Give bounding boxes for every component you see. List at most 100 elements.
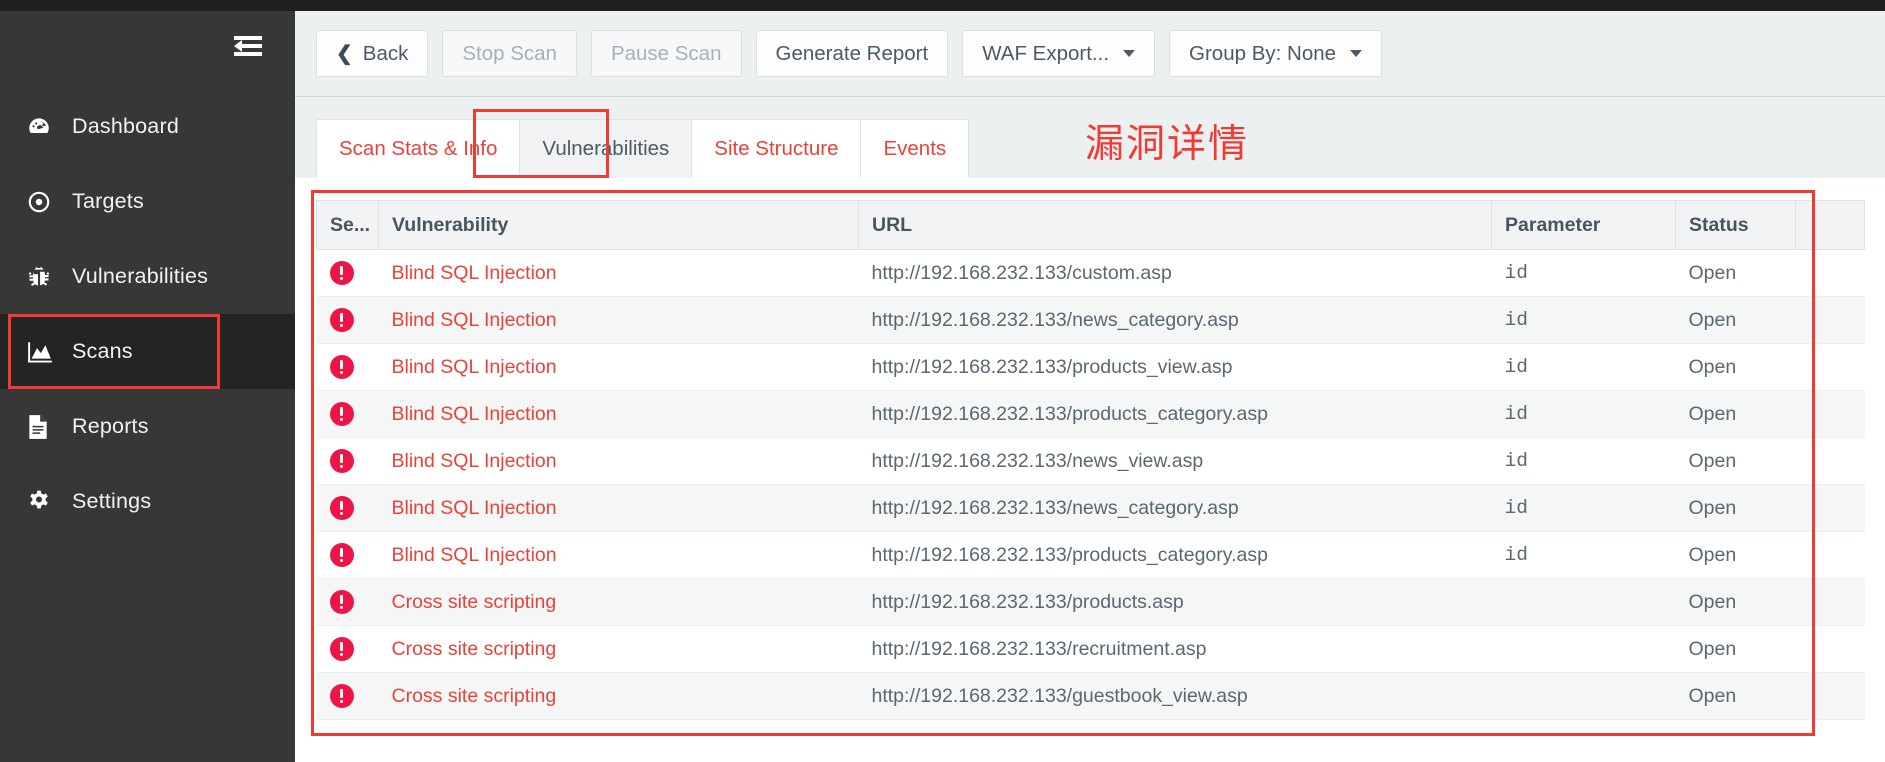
severity-cell [316, 531, 379, 579]
column-header-status[interactable]: Status [1675, 200, 1796, 250]
parameter-cell: id [1491, 531, 1676, 579]
window-top-strip [0, 0, 1885, 11]
sidebar-item-label: Reports [72, 414, 149, 438]
chevron-down-icon [1123, 50, 1136, 57]
pause-scan-button[interactable]: Pause Scan [590, 30, 742, 77]
high-severity-icon [329, 496, 354, 520]
vulnerability-link[interactable]: Blind SQL Injection [392, 309, 557, 331]
tab-label: Vulnerabilities [542, 137, 670, 160]
high-severity-icon [329, 590, 354, 614]
pause-scan-label: Pause Scan [610, 41, 722, 65]
vulnerability-link[interactable]: Blind SQL Injection [392, 497, 557, 519]
extra-cell [1795, 249, 1865, 297]
table-body: Blind SQL Injection http://192.168.232.13… [316, 249, 1865, 720]
table-row[interactable]: Blind SQL Injection http://192.168.232.13… [316, 437, 1865, 485]
table-row[interactable]: Cross site scripting http://192.168.232.1… [316, 578, 1865, 626]
vulnerability-link[interactable]: Blind SQL Injection [392, 262, 557, 284]
parameter-cell: id [1491, 343, 1676, 391]
table-row[interactable]: Blind SQL Injection http://192.168.232.13… [316, 249, 1865, 297]
vulnerability-link[interactable]: Blind SQL Injection [392, 450, 557, 472]
parameter-cell: id [1491, 249, 1676, 297]
column-header-url[interactable]: URL [858, 200, 1492, 250]
status-cell: Open [1675, 437, 1796, 485]
vulnerability-link[interactable]: Cross site scripting [392, 685, 557, 707]
generate-report-label: Generate Report [775, 41, 929, 65]
bug-icon [26, 264, 72, 290]
sidebar-item-label: Scans [72, 339, 133, 363]
url-cell: http://192.168.232.133/news_category.asp [858, 296, 1492, 344]
high-severity-icon [329, 543, 354, 567]
extra-cell [1795, 531, 1865, 579]
table-row[interactable]: Blind SQL Injection http://192.168.232.13… [316, 531, 1865, 579]
sidebar-header [0, 11, 295, 77]
table-row[interactable]: Blind SQL Injection http://192.168.232.13… [316, 390, 1865, 438]
tab-site-structure[interactable]: Site Structure [692, 119, 862, 178]
table-row[interactable]: Blind SQL Injection http://192.168.232.13… [316, 296, 1865, 344]
extra-cell [1795, 437, 1865, 485]
severity-cell [316, 672, 379, 720]
high-severity-icon [329, 449, 354, 473]
tab-label: Site Structure [714, 137, 839, 160]
dashboard-icon [26, 114, 72, 140]
severity-cell [316, 343, 379, 391]
column-header-severity[interactable]: Se... [316, 200, 379, 250]
vulnerability-link[interactable]: Cross site scripting [392, 638, 557, 660]
table-row[interactable]: Blind SQL Injection http://192.168.232.13… [316, 343, 1865, 391]
tab-scan-stats-info[interactable]: Scan Stats & Info [316, 119, 521, 178]
generate-report-button[interactable]: Generate Report [755, 30, 949, 77]
sidebar-item-scans[interactable]: Scans [0, 314, 295, 389]
url-cell: http://192.168.232.133/guestbook_view.as… [858, 672, 1492, 720]
table-header: Se... Vulnerability URL Parameter Status [316, 200, 1865, 250]
stop-scan-button[interactable]: Stop Scan [442, 30, 577, 77]
parameter-cell: id [1491, 390, 1676, 438]
status-cell: Open [1675, 672, 1796, 720]
vulnerability-link[interactable]: Cross site scripting [392, 591, 557, 613]
main-content: ❮ Back Stop Scan Pause Scan Generate Rep… [295, 11, 1885, 762]
table-row[interactable]: Blind SQL Injection http://192.168.232.13… [316, 484, 1865, 532]
status-cell: Open [1675, 578, 1796, 626]
sidebar-nav: Dashboard Targets Vulnerabilities Scans … [0, 89, 295, 539]
sidebar-item-targets[interactable]: Targets [0, 164, 295, 239]
vulnerabilities-table: Se... Vulnerability URL Parameter Status… [316, 200, 1865, 720]
severity-cell [316, 578, 379, 626]
tab-label: Scan Stats & Info [339, 137, 498, 160]
sidebar-item-settings[interactable]: Settings [0, 464, 295, 539]
table-header-row: Se... Vulnerability URL Parameter Status [316, 200, 1865, 250]
chevron-down-icon [1350, 50, 1363, 57]
column-header-parameter[interactable]: Parameter [1491, 200, 1676, 250]
group-by-dropdown[interactable]: Group By: None [1169, 30, 1383, 77]
table-row[interactable]: Cross site scripting http://192.168.232.1… [316, 672, 1865, 720]
sidebar-item-label: Targets [72, 189, 144, 213]
url-cell: http://192.168.232.133/products_category… [858, 531, 1492, 579]
back-button[interactable]: ❮ Back [316, 30, 429, 77]
parameter-cell [1491, 672, 1676, 720]
parameter-cell: id [1491, 296, 1676, 344]
url-cell: http://192.168.232.133/products_view.asp [858, 343, 1492, 391]
vulnerability-link[interactable]: Blind SQL Injection [392, 544, 557, 566]
column-header-vulnerability[interactable]: Vulnerability [378, 200, 859, 250]
collapse-sidebar-icon[interactable] [234, 35, 262, 57]
vulnerability-link[interactable]: Blind SQL Injection [392, 356, 557, 378]
sidebar-item-dashboard[interactable]: Dashboard [0, 89, 295, 164]
sidebar-item-vulnerabilities[interactable]: Vulnerabilities [0, 239, 295, 314]
target-icon [26, 189, 72, 215]
vulnerabilities-table-container: Se... Vulnerability URL Parameter Status… [295, 178, 1885, 762]
url-cell: http://192.168.232.133/products_category… [858, 390, 1492, 438]
severity-cell [316, 625, 379, 673]
sidebar-item-reports[interactable]: Reports [0, 389, 295, 464]
extra-cell [1795, 390, 1865, 438]
vulnerability-cell: Blind SQL Injection [378, 390, 859, 438]
extra-cell [1795, 625, 1865, 673]
parameter-cell: id [1491, 437, 1676, 485]
waf-export-dropdown[interactable]: WAF Export... [962, 30, 1156, 77]
tab-events[interactable]: Events [861, 119, 970, 178]
parameter-cell [1491, 625, 1676, 673]
vulnerability-cell: Cross site scripting [378, 672, 859, 720]
vulnerability-cell: Cross site scripting [378, 578, 859, 626]
sidebar-item-label: Dashboard [72, 114, 179, 138]
tab-vulnerabilities[interactable]: Vulnerabilities [520, 119, 693, 178]
status-cell: Open [1675, 249, 1796, 297]
table-row[interactable]: Cross site scripting http://192.168.232.1… [316, 625, 1865, 673]
annotation-text: 漏洞详情 [1085, 122, 1250, 167]
vulnerability-link[interactable]: Blind SQL Injection [392, 403, 557, 425]
